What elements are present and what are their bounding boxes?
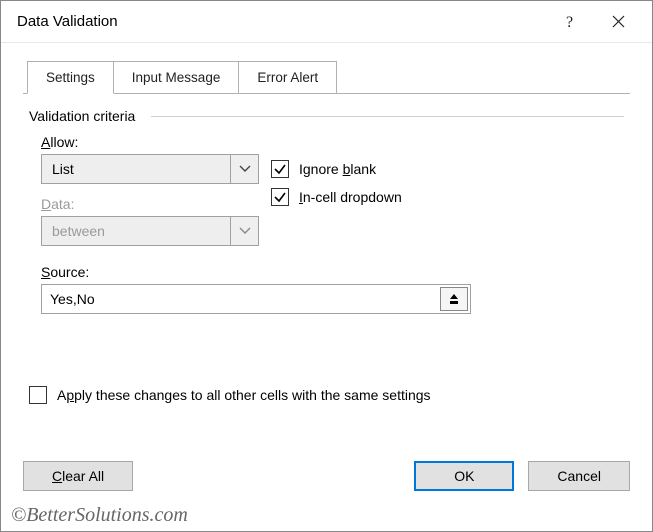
svg-text:?: ? (566, 14, 573, 31)
clear-all-button[interactable]: Clear All (23, 461, 133, 491)
help-button[interactable]: ? (546, 4, 594, 40)
source-label: Source: (41, 264, 624, 280)
watermark: ©BetterSolutions.com (11, 504, 188, 527)
apply-changes-row[interactable]: Apply these changes to all other cells w… (29, 386, 624, 404)
ok-button[interactable]: OK (414, 461, 514, 491)
close-button[interactable] (594, 4, 642, 40)
ignore-blank-label: Ignore blank (299, 161, 376, 177)
incell-dropdown-label: In-cell dropdown (299, 189, 402, 205)
titlebar: Data Validation ? (1, 1, 652, 43)
allow-label: Allow: (41, 134, 271, 150)
ignore-blank-row[interactable]: Ignore blank (271, 160, 624, 178)
allow-dropdown-button[interactable] (230, 155, 258, 183)
range-selector-icon (447, 292, 461, 306)
apply-changes-label: Apply these changes to all other cells w… (57, 387, 431, 403)
chevron-down-icon (239, 165, 251, 173)
window-title: Data Validation (17, 13, 546, 30)
apply-changes-checkbox[interactable] (29, 386, 47, 404)
range-selector-button[interactable] (440, 287, 468, 311)
incell-dropdown-row[interactable]: In-cell dropdown (271, 188, 624, 206)
tab-settings[interactable]: Settings (27, 61, 114, 94)
chevron-down-icon (239, 227, 251, 235)
fieldset-legend-row: Validation criteria (29, 108, 624, 124)
dialog-content: Settings Input Message Error Alert Valid… (1, 43, 652, 404)
help-icon: ? (564, 13, 576, 31)
validation-criteria-legend: Validation criteria (29, 108, 145, 124)
check-icon (273, 190, 287, 204)
ignore-blank-checkbox[interactable] (271, 160, 289, 178)
incell-dropdown-checkbox[interactable] (271, 188, 289, 206)
settings-panel: Validation criteria Allow: List Data: be… (23, 93, 630, 404)
tab-bar: Settings Input Message Error Alert (27, 61, 630, 93)
legend-rule (151, 116, 624, 117)
tab-error-alert[interactable]: Error Alert (238, 61, 337, 94)
check-icon (273, 162, 287, 176)
data-dropdown: between (41, 216, 259, 246)
tab-input-message[interactable]: Input Message (113, 61, 240, 94)
data-dropdown-button (230, 217, 258, 245)
allow-value: List (42, 155, 230, 183)
button-row: Clear All OK Cancel (23, 461, 630, 491)
source-input-wrap (41, 284, 471, 314)
data-label: Data: (41, 196, 271, 212)
allow-dropdown[interactable]: List (41, 154, 259, 184)
close-icon (612, 15, 625, 28)
data-value: between (42, 217, 230, 245)
cancel-button[interactable]: Cancel (528, 461, 630, 491)
source-input[interactable] (42, 285, 438, 313)
